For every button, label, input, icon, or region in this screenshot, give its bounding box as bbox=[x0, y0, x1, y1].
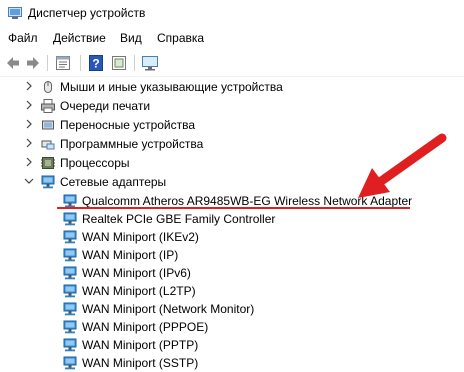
tree-item-label: WAN Miniport (PPPOE) bbox=[82, 320, 209, 334]
annotation-arrow-icon bbox=[358, 133, 447, 198]
svg-text:?: ? bbox=[92, 57, 99, 71]
menu-bar: Файл Действие Вид Справка bbox=[0, 28, 464, 50]
chevron-right-icon[interactable] bbox=[24, 157, 34, 167]
tree-node-mice[interactable]: Мыши и иные указывающие устройства bbox=[0, 78, 464, 96]
forward-icon[interactable] bbox=[24, 54, 42, 72]
toolbar: ? bbox=[0, 50, 464, 77]
network-adapter-icon bbox=[63, 320, 77, 334]
network-adapter-icon bbox=[63, 248, 77, 262]
tree-node-label: Переносные устройства bbox=[60, 118, 196, 132]
menu-action[interactable]: Действие bbox=[53, 31, 106, 45]
tree-item-label: Realtek PCIe GBE Family Controller bbox=[82, 212, 276, 226]
mouse-icon bbox=[44, 81, 52, 93]
portable-device-icon bbox=[42, 120, 54, 130]
tree-item-network-adapter[interactable]: Realtek PCIe GBE Family Controller bbox=[0, 210, 464, 228]
network-adapter-icon bbox=[63, 266, 77, 280]
chevron-right-icon[interactable] bbox=[24, 81, 34, 91]
network-adapter-icon bbox=[63, 284, 77, 298]
back-icon[interactable] bbox=[4, 54, 22, 72]
chevron-down-icon[interactable] bbox=[24, 176, 34, 186]
properties-icon[interactable] bbox=[54, 54, 72, 72]
network-adapter-icon bbox=[63, 302, 77, 316]
chevron-right-icon[interactable] bbox=[24, 119, 34, 129]
device-tree: Мыши и иные указывающие устройства Очере… bbox=[0, 78, 464, 370]
tree-node-label: Процессоры bbox=[60, 156, 130, 170]
tree-item-network-adapter[interactable]: WAN Miniport (L2TP) bbox=[0, 282, 464, 300]
tree-item-label: WAN Miniport (SSTP) bbox=[82, 356, 199, 370]
tree-item-network-adapter[interactable]: WAN Miniport (SSTP) bbox=[0, 354, 464, 372]
toolbar-separator bbox=[134, 55, 135, 71]
tree-item-network-adapter[interactable]: WAN Miniport (PPPOE) bbox=[0, 318, 464, 336]
chevron-right-icon[interactable] bbox=[24, 138, 34, 148]
tree-node-label: Сетевые адаптеры bbox=[60, 175, 167, 189]
tree-item-network-adapter[interactable]: WAN Miniport (PPTP) bbox=[0, 336, 464, 354]
tree-item-label: WAN Miniport (L2TP) bbox=[82, 284, 196, 298]
network-adapter-icon bbox=[63, 212, 77, 226]
tree-item-label: WAN Miniport (IP) bbox=[82, 248, 179, 262]
tree-item-network-adapter[interactable]: WAN Miniport (Network Monitor) bbox=[0, 300, 464, 318]
software-device-icon bbox=[41, 140, 55, 150]
menu-help[interactable]: Справка bbox=[157, 31, 204, 45]
network-adapter-icon bbox=[41, 175, 55, 189]
chevron-right-icon[interactable] bbox=[24, 100, 34, 110]
network-adapter-icon bbox=[63, 338, 77, 352]
printer-icon bbox=[41, 99, 55, 113]
menu-file[interactable]: Файл bbox=[8, 31, 38, 45]
annotation-underline bbox=[57, 207, 410, 209]
tree-item-label: WAN Miniport (Network Monitor) bbox=[82, 302, 255, 316]
tree-item-network-adapter[interactable]: WAN Miniport (IP) bbox=[0, 246, 464, 264]
tree-item-network-adapter[interactable]: WAN Miniport (IKEv2) bbox=[0, 228, 464, 246]
device-manager-icon bbox=[8, 7, 22, 19]
tree-item-label: WAN Miniport (IKEv2) bbox=[82, 230, 199, 244]
network-adapter-icon bbox=[63, 230, 77, 244]
tree-node-label: Программные устройства bbox=[60, 137, 204, 151]
tree-item-label: WAN Miniport (IPv6) bbox=[82, 266, 191, 280]
network-adapter-icon bbox=[63, 356, 77, 370]
tree-node-print-queues[interactable]: Очереди печати bbox=[0, 97, 464, 115]
title-bar: Диспетчер устройств bbox=[0, 0, 464, 28]
tree-node-label: Очереди печати bbox=[60, 99, 151, 113]
scan-hardware-icon[interactable] bbox=[141, 54, 159, 72]
help-icon[interactable]: ? bbox=[87, 54, 105, 72]
window-title: Диспетчер устройств bbox=[28, 6, 146, 20]
menu-view[interactable]: Вид bbox=[120, 31, 142, 45]
show-hidden-icon[interactable] bbox=[110, 54, 128, 72]
tree-node-label: Мыши и иные указывающие устройства bbox=[60, 80, 283, 94]
tree-item-label: WAN Miniport (PPTP) bbox=[82, 338, 199, 352]
processor-icon bbox=[41, 157, 55, 169]
tree-item-network-adapter[interactable]: WAN Miniport (IPv6) bbox=[0, 264, 464, 282]
toolbar-separator bbox=[80, 55, 81, 71]
toolbar-separator bbox=[47, 55, 48, 71]
